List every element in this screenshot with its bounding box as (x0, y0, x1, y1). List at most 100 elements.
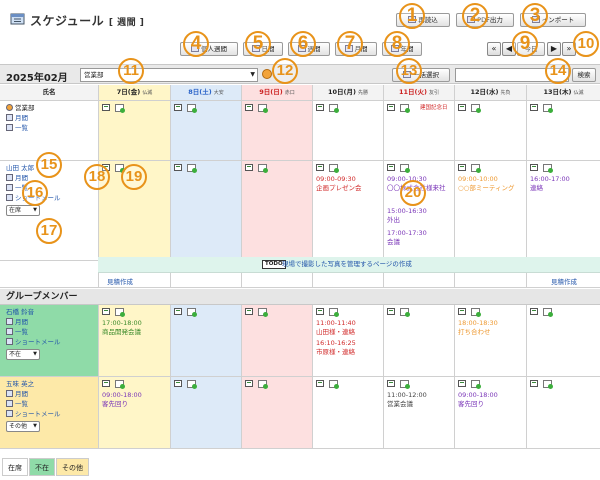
view-icon[interactable] (458, 164, 466, 171)
view-icon[interactable] (316, 104, 324, 111)
add-event-icon[interactable] (329, 380, 339, 389)
member-list-link[interactable]: 一覧 (6, 399, 98, 409)
view-icon[interactable] (458, 308, 466, 315)
add-event-icon[interactable] (187, 308, 197, 317)
view-icon[interactable] (174, 164, 182, 171)
member-cell-sat[interactable] (170, 305, 241, 376)
member-cell-thu[interactable] (526, 377, 600, 448)
user-cell-sun[interactable] (241, 161, 312, 260)
view-icon[interactable] (458, 104, 466, 111)
view-icon[interactable] (102, 308, 110, 315)
member-monthly-link[interactable]: 月間 (6, 389, 98, 399)
event-item[interactable]: 15:00-16:30 外出 (387, 207, 452, 224)
add-event-icon[interactable] (115, 308, 125, 317)
nav-first-button[interactable]: « (487, 42, 501, 56)
event-item[interactable]: 17:00-17:30 会議 (387, 229, 452, 246)
view-icon[interactable] (245, 308, 253, 315)
member-name[interactable]: 石橋 鈴音 (6, 307, 98, 317)
add-event-icon[interactable] (258, 308, 268, 317)
add-event-icon[interactable] (258, 104, 268, 113)
view-icon[interactable] (316, 308, 324, 315)
task-item[interactable]: 見積作成 (551, 276, 577, 286)
todo-item[interactable]: 現場で撮影した写真を管理するページの作成 (282, 260, 412, 269)
user-short-mail-link[interactable]: ショートメール (6, 193, 98, 203)
add-event-icon[interactable] (471, 380, 481, 389)
day-header-tue[interactable]: 11日(火) 友引 (383, 85, 454, 100)
view-icon[interactable] (174, 308, 182, 315)
member-list-link[interactable]: 一覧 (6, 327, 98, 337)
day-header-mon[interactable]: 10日(月) 先勝 (312, 85, 383, 100)
day-header-wed[interactable]: 12日(水) 先負 (454, 85, 526, 100)
day-header-fri[interactable]: 7日(金) 仏滅 (98, 85, 170, 100)
task-cell-thu[interactable]: 見積作成 (526, 273, 600, 287)
search-button[interactable]: 検索 (572, 68, 596, 82)
event-item[interactable]: 16:00-17:00 連絡 (530, 175, 598, 192)
member-short-mail-link[interactable]: ショートメール (6, 409, 98, 419)
dept-cell-wed[interactable] (454, 101, 526, 160)
view-icon[interactable] (316, 164, 324, 171)
dept-cell-fri[interactable] (98, 101, 170, 160)
add-event-icon[interactable] (258, 164, 268, 173)
day-header-sun[interactable]: 9日(日) 赤口 (241, 85, 312, 100)
add-event-icon[interactable] (115, 104, 125, 113)
member-cell-thu[interactable] (526, 305, 600, 376)
member-cell-wed[interactable]: 09:00-18:00 客先回り (454, 377, 526, 448)
view-icon[interactable] (245, 380, 253, 387)
member-cell-sun[interactable] (241, 305, 312, 376)
member-status-select[interactable]: その他 ▼ (6, 421, 40, 432)
add-event-icon[interactable] (329, 164, 339, 173)
event-item[interactable]: 18:00-18:30 打ち合わせ (458, 319, 524, 336)
dept-cell-sat[interactable] (170, 101, 241, 160)
dept-cell-mon[interactable] (312, 101, 383, 160)
user-cell-sat[interactable] (170, 161, 241, 260)
add-event-icon[interactable] (329, 104, 339, 113)
view-icon[interactable] (387, 104, 395, 111)
user-cell-thu[interactable]: 16:00-17:00 連絡 (526, 161, 600, 260)
member-cell-fri[interactable]: 09:00-18:00 客先回り (98, 377, 170, 448)
member-cell-tue[interactable]: 11:00-12:00 営業会議 (383, 377, 454, 448)
member-cell-sat[interactable] (170, 377, 241, 448)
event-item[interactable]: 11:00-11:40 山田様・連絡 (316, 319, 381, 336)
add-event-icon[interactable] (187, 380, 197, 389)
view-icon[interactable] (174, 104, 182, 111)
event-item[interactable]: 09:00-10:00 ○○部ミーティング (458, 175, 524, 192)
view-icon[interactable] (316, 380, 324, 387)
add-event-icon[interactable] (400, 104, 410, 113)
view-icon[interactable] (387, 308, 395, 315)
member-name[interactable]: 五味 英之 (6, 379, 98, 389)
department-monthly-link[interactable]: 月間 (6, 113, 98, 123)
add-event-icon[interactable] (329, 308, 339, 317)
add-event-icon[interactable] (543, 308, 553, 317)
dept-cell-thu[interactable] (526, 101, 600, 160)
view-icon[interactable] (245, 104, 253, 111)
event-item[interactable]: 09:00-09:30 企画プレゼン会 (316, 175, 381, 192)
member-cell-sun[interactable] (241, 377, 312, 448)
add-event-icon[interactable] (471, 308, 481, 317)
add-event-icon[interactable] (187, 104, 197, 113)
department-list-link[interactable]: 一覧 (6, 123, 98, 133)
view-icon[interactable] (458, 380, 466, 387)
member-cell-fri[interactable]: 17:00-18:00 商品開発会議 (98, 305, 170, 376)
view-icon[interactable] (387, 164, 395, 171)
view-icon[interactable] (530, 380, 538, 387)
member-short-mail-link[interactable]: ショートメール (6, 337, 98, 347)
view-icon[interactable] (530, 308, 538, 315)
member-cell-tue[interactable] (383, 305, 454, 376)
view-icon[interactable] (530, 164, 538, 171)
member-monthly-link[interactable]: 月間 (6, 317, 98, 327)
task-cell-fri[interactable]: 見積作成 (98, 273, 170, 287)
add-event-icon[interactable] (187, 164, 197, 173)
add-event-icon[interactable] (400, 380, 410, 389)
group-setting-icon[interactable] (262, 69, 272, 79)
member-cell-mon[interactable] (312, 377, 383, 448)
nav-next-button[interactable]: ▶ (547, 42, 561, 56)
add-event-icon[interactable] (543, 104, 553, 113)
event-item[interactable]: 09:00-18:00 客先回り (102, 391, 168, 408)
event-item[interactable]: 16:10-16:25 市原様・連絡 (316, 339, 381, 356)
add-event-icon[interactable] (258, 380, 268, 389)
user-status-select[interactable]: 在席 ▼ (6, 205, 40, 216)
add-event-icon[interactable] (400, 164, 410, 173)
task-item[interactable]: 見積作成 (107, 276, 133, 286)
user-cell-wed[interactable]: 09:00-10:00 ○○部ミーティング (454, 161, 526, 260)
view-icon[interactable] (387, 380, 395, 387)
